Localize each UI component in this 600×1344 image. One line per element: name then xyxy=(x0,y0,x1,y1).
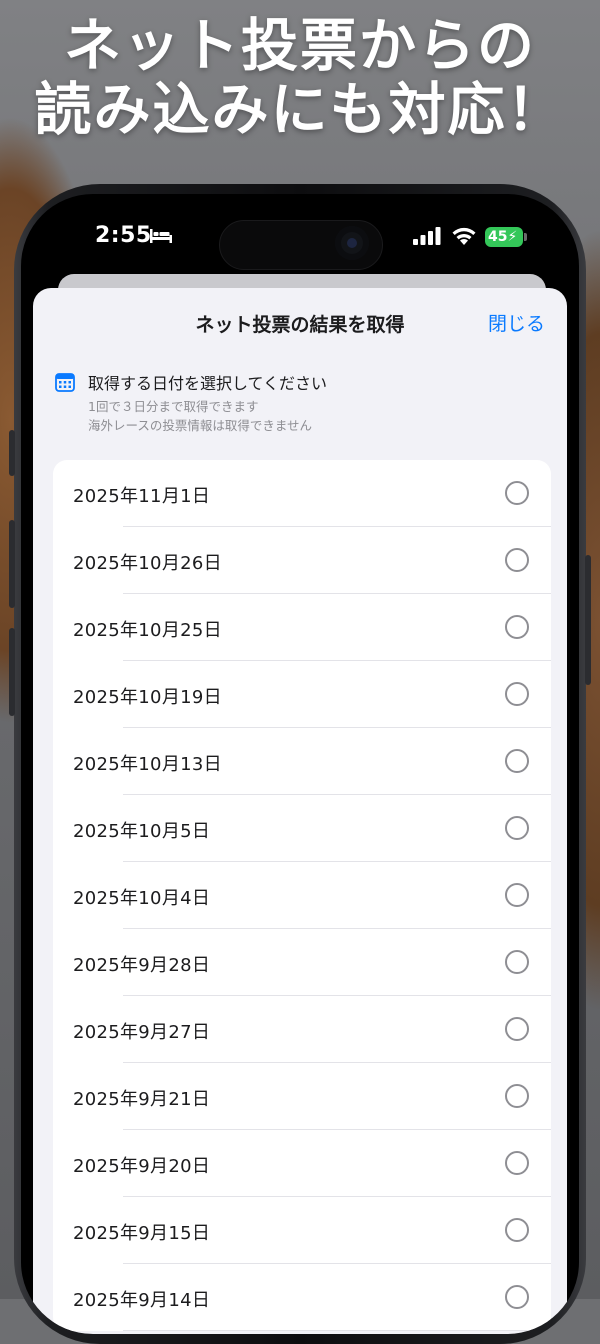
radio-circle-icon[interactable] xyxy=(505,1084,529,1108)
radio-circle-icon[interactable] xyxy=(505,883,529,907)
date-row[interactable]: 2025年10月5日 xyxy=(53,795,551,862)
radio-circle-icon[interactable] xyxy=(505,481,529,505)
date-label: 2025年9月14日 xyxy=(73,1290,211,1311)
date-row[interactable]: 2025年11月1日 xyxy=(53,460,551,527)
date-label: 2025年10月19日 xyxy=(73,687,222,708)
volume-down-button xyxy=(9,628,15,716)
date-label: 2025年9月27日 xyxy=(73,1022,211,1043)
date-label: 2025年9月21日 xyxy=(73,1089,211,1110)
info-title: 取得する日付を選択してください xyxy=(88,374,328,393)
battery-tip xyxy=(524,233,527,241)
date-row[interactable]: 2025年10月26日 xyxy=(53,527,551,594)
promo-headline-line1: ネット投票からの xyxy=(64,13,536,79)
radio-circle-icon[interactable] xyxy=(505,1285,529,1309)
date-label: 2025年10月5日 xyxy=(73,821,211,842)
sleep-focus-icon xyxy=(150,229,172,243)
cellular-signal-icon xyxy=(413,227,441,245)
date-label: 2025年10月13日 xyxy=(73,754,222,775)
radio-circle-icon[interactable] xyxy=(505,950,529,974)
wifi-icon xyxy=(452,227,476,245)
date-label: 2025年9月28日 xyxy=(73,955,211,976)
date-row[interactable]: 2025年9月20日 xyxy=(53,1130,551,1197)
date-label: 2025年10月25日 xyxy=(73,620,222,641)
calendar-icon xyxy=(55,373,75,392)
date-label: 2025年11月1日 xyxy=(73,486,211,507)
date-row[interactable]: 2025年9月15日 xyxy=(53,1197,551,1264)
power-button xyxy=(585,555,591,685)
sheet-title: ネット投票の結果を取得 xyxy=(195,314,405,336)
radio-circle-icon[interactable] xyxy=(505,1218,529,1242)
date-label: 2025年9月20日 xyxy=(73,1156,211,1177)
radio-circle-icon[interactable] xyxy=(505,816,529,840)
promo-headline-line2: 読み込みにも対応！ xyxy=(34,77,566,143)
radio-circle-icon[interactable] xyxy=(505,615,529,639)
radio-circle-icon[interactable] xyxy=(505,1017,529,1041)
status-time: 2:55 xyxy=(95,223,152,248)
radio-circle-icon[interactable] xyxy=(505,682,529,706)
date-row[interactable]: 2025年9月21日 xyxy=(53,1063,551,1130)
battery-level: 45 xyxy=(488,229,508,245)
info-note-limit: 1回で３日分まで取得できます xyxy=(88,399,259,414)
date-row[interactable]: 2025年9月14日 xyxy=(53,1264,551,1331)
date-row[interactable]: 2025年9月28日 xyxy=(53,929,551,996)
fetch-results-sheet: ネット投票の結果を取得 閉じる 取得する日付を選択してください 1回で３日分まで… xyxy=(33,288,567,1334)
phone-screen: 2:55 45⚡ ネット投票の結果を取得 閉じる 取得する日付を選択してください… xyxy=(21,194,579,1334)
row-separator xyxy=(123,1330,551,1331)
date-row[interactable]: 2025年10月25日 xyxy=(53,594,551,661)
radio-circle-icon[interactable] xyxy=(505,548,529,572)
close-button[interactable]: 閉じる xyxy=(488,309,545,336)
action-button xyxy=(9,430,15,476)
radio-circle-icon[interactable] xyxy=(505,749,529,773)
status-bar: 2:55 45⚡ xyxy=(21,194,579,284)
charging-bolt-icon: ⚡ xyxy=(507,229,518,245)
date-row[interactable]: 2025年10月19日 xyxy=(53,661,551,728)
info-note-overseas: 海外レースの投票情報は取得できません xyxy=(88,418,313,433)
battery-indicator: 45⚡ xyxy=(485,227,523,247)
camera-icon xyxy=(335,226,369,260)
volume-up-button xyxy=(9,520,15,608)
date-row[interactable]: 2025年10月4日 xyxy=(53,862,551,929)
date-row[interactable]: 2025年10月13日 xyxy=(53,728,551,795)
date-row[interactable]: 2025年9月27日 xyxy=(53,996,551,1063)
date-label: 2025年10月26日 xyxy=(73,553,222,574)
radio-circle-icon[interactable] xyxy=(505,1151,529,1175)
date-label: 2025年9月15日 xyxy=(73,1223,211,1244)
date-list: 2025年11月1日 2025年10月26日 2025年10月25日 2025年10月… xyxy=(53,460,551,1331)
promo-headline: ネット投票からの 読み込みにも対応！ xyxy=(0,14,600,142)
date-label: 2025年10月4日 xyxy=(73,888,211,909)
